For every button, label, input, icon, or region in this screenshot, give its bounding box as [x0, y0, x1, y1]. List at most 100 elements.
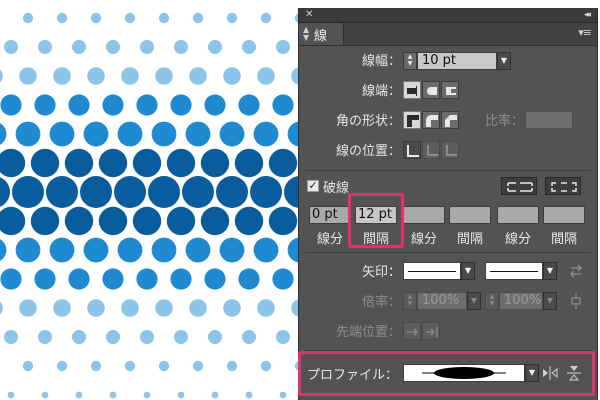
- halftone-dot: [15, 121, 41, 147]
- dash-preserve-button[interactable]: [501, 177, 537, 195]
- halftone-dot: [30, 206, 60, 236]
- halftone-dot: [238, 94, 260, 116]
- halftone-dot: [189, 67, 207, 85]
- start-arrowhead-dropdown[interactable]: ▼: [461, 262, 475, 280]
- align-center-button[interactable]: [403, 141, 421, 159]
- align-center-icon: [407, 145, 419, 157]
- halftone-dot: [4, 40, 18, 54]
- halftone-dot: [272, 94, 294, 116]
- end-arrowhead-select[interactable]: [485, 262, 543, 280]
- gap-2-input[interactable]: [449, 206, 491, 224]
- round-cap-icon: [427, 87, 437, 95]
- dashed-line-checkbox[interactable]: ✓: [307, 180, 319, 192]
- halftone-dot: [260, 360, 272, 372]
- halftone-dot: [64, 206, 94, 236]
- halftone-dot: [189, 299, 207, 317]
- collapse-icon[interactable]: ◂◂: [584, 8, 591, 22]
- miter-ratio-input[interactable]: [525, 111, 573, 129]
- projecting-cap-button[interactable]: [441, 81, 459, 99]
- halftone-dot: [226, 12, 238, 24]
- align-outside-button[interactable]: [441, 141, 459, 159]
- arrow-tip-beyond-icon: [407, 328, 418, 336]
- dash-2-input[interactable]: [403, 206, 445, 224]
- halftone-dot: [136, 268, 158, 290]
- start-scale-dropdown[interactable]: ▼: [467, 292, 481, 310]
- halftone-dot: [268, 148, 298, 178]
- miter-join-button[interactable]: [403, 111, 421, 129]
- halftone-dot: [64, 148, 94, 178]
- halftone-dot: [204, 94, 226, 116]
- halftone-dot: [174, 40, 188, 54]
- arrow-scale-label: 倍率：: [361, 295, 401, 310]
- end-scale-stepper[interactable]: ▲ ▼: [485, 292, 499, 310]
- halftone-dot: [124, 360, 136, 372]
- end-arrowhead-dropdown[interactable]: ▼: [543, 262, 557, 280]
- gap-highlight-box: [348, 193, 404, 248]
- round-cap-button[interactable]: [422, 81, 440, 99]
- butt-cap-button[interactable]: [403, 81, 421, 99]
- stroke-weight-stepper[interactable]: ▲ ▼: [403, 52, 417, 70]
- halftone-dot: [185, 237, 211, 263]
- butt-cap-icon: [407, 86, 417, 96]
- start-scale-stepper[interactable]: ▲ ▼: [403, 292, 417, 310]
- align-inside-button[interactable]: [422, 141, 440, 159]
- halftone-dot: [200, 206, 230, 236]
- halftone-dot: [19, 67, 37, 85]
- arrow-align-label: 先端位置：: [335, 325, 401, 340]
- stroke-weight-dropdown[interactable]: ▼: [497, 52, 511, 70]
- end-scale-input[interactable]: 100%: [499, 292, 543, 310]
- arrowheads-label: 矢印：: [361, 265, 401, 280]
- dash-preserve-icon: [507, 182, 533, 192]
- halftone-dot: [46, 176, 78, 208]
- halftone-dot: [106, 330, 120, 344]
- halftone-dot: [182, 176, 214, 208]
- halftone-dot: [208, 40, 222, 54]
- halftone-dot: [12, 176, 44, 208]
- section-divider: [305, 252, 591, 253]
- halftone-dot: [0, 239, 7, 261]
- link-scale-icon[interactable]: [567, 291, 585, 311]
- halftone-dot: [114, 176, 146, 208]
- halftone-dot: [98, 206, 128, 236]
- halftone-dot: [87, 67, 105, 85]
- halftone-dot: [0, 206, 26, 236]
- tab-stroke-label: 線: [314, 29, 328, 44]
- dash-1-input[interactable]: 0 pt: [309, 206, 351, 224]
- halftone-dot: [211, 391, 219, 399]
- halftone-dot: [192, 360, 204, 372]
- halftone-dot: [90, 360, 102, 372]
- close-icon[interactable]: ✕: [305, 8, 313, 22]
- dash-align-corners-button[interactable]: [545, 177, 581, 195]
- halftone-dot: [151, 121, 177, 147]
- halftone-dot: [90, 12, 102, 24]
- round-join-button[interactable]: [422, 111, 440, 129]
- arrow-tip-at-end-button[interactable]: [422, 322, 440, 340]
- profile-highlight-box: [298, 351, 595, 396]
- halftone-dot: [30, 148, 60, 178]
- swap-arrowheads-icon[interactable]: [567, 262, 585, 280]
- dash-3-input[interactable]: [497, 206, 539, 224]
- halftone-dot: [4, 330, 18, 344]
- halftone-dot: [234, 148, 264, 178]
- gap-3-input[interactable]: [543, 206, 585, 224]
- round-join-icon: [426, 115, 438, 127]
- end-scale-dropdown[interactable]: ▼: [543, 292, 557, 310]
- start-arrowhead-select[interactable]: [403, 262, 461, 280]
- halftone-dot: [136, 94, 158, 116]
- halftone-dot: [121, 67, 139, 85]
- bevel-join-button[interactable]: [441, 111, 459, 129]
- halftone-dot: [0, 268, 22, 290]
- halftone-dot: [204, 268, 226, 290]
- stroke-weight-input[interactable]: 10 pt: [417, 52, 497, 70]
- halftone-dot: [49, 237, 75, 263]
- arrow-tip-beyond-button[interactable]: [403, 322, 421, 340]
- panel-options-toggle-icon[interactable]: ▲ ▼: [303, 26, 309, 42]
- panel-menu-icon[interactable]: ▾≡: [578, 26, 592, 39]
- halftone-dot: [34, 268, 56, 290]
- panel-title-bar[interactable]: ✕ ◂◂: [299, 8, 597, 23]
- start-scale-input[interactable]: 100%: [417, 292, 467, 310]
- halftone-dot: [170, 94, 192, 116]
- cap-label: 線端：: [361, 84, 401, 99]
- dash-3-label: 線分: [504, 232, 531, 247]
- tab-stroke[interactable]: ▲ ▼ 線: [299, 23, 344, 45]
